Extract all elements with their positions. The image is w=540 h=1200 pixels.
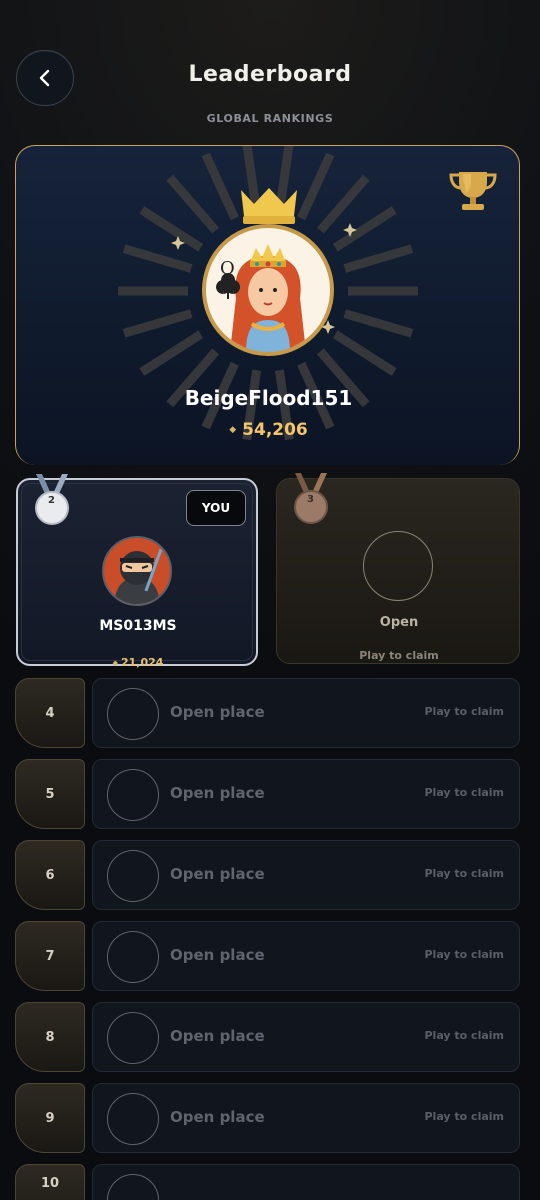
leaderboard-row[interactable]: 10	[15, 1164, 520, 1200]
rank-number: 7	[15, 921, 85, 991]
row-hint: Play to claim	[424, 948, 504, 961]
sunburst-ray	[332, 330, 397, 376]
player-avatar-second	[102, 536, 172, 606]
trophy-icon	[447, 166, 499, 218]
leaderboard-row[interactable]: 8 Open place Play to claim	[15, 1002, 520, 1072]
leaderboard-row[interactable]: 4 Open place Play to claim	[15, 678, 520, 748]
first-place-card[interactable]: Q BeigeFlood151 ◆ 54,206	[15, 145, 520, 465]
row-card: Open place Play to claim	[92, 1002, 520, 1072]
sunburst-ray	[122, 309, 193, 338]
empty-avatar-placeholder	[107, 688, 159, 740]
diamond-icon: ◆	[229, 425, 237, 435]
third-rank-number: 3	[307, 494, 314, 505]
leaderboard-row[interactable]: 6 Open place Play to claim	[15, 840, 520, 910]
row-card	[92, 1164, 520, 1200]
sunburst-ray	[166, 174, 220, 234]
third-place-card[interactable]: 3 Open Play to claim	[276, 473, 520, 664]
second-place-name: MS013MS	[99, 618, 177, 634]
third-place-label: Open	[379, 615, 419, 630]
first-place-name: BeigeFlood151	[184, 386, 353, 410]
row-card: Open place Play to claim	[92, 840, 520, 910]
silver-medal-icon: 2	[30, 474, 74, 530]
first-place-score: 54,206	[242, 420, 308, 440]
row-hint: Play to claim	[424, 1110, 504, 1123]
row-label: Open place	[170, 865, 265, 883]
row-card: Open place Play to claim	[92, 1083, 520, 1153]
sunburst-ray	[316, 174, 370, 234]
row-hint: Play to claim	[424, 1029, 504, 1042]
sunburst-ray	[297, 152, 335, 221]
first-place-score-row: ◆ 54,206	[16, 420, 519, 440]
row-label: Open place	[170, 1027, 265, 1045]
diamond-icon: ◆	[112, 659, 118, 667]
third-place-hint: Play to claim	[359, 649, 439, 662]
sunburst-ray	[139, 330, 204, 376]
sunburst-ray	[332, 206, 397, 252]
empty-avatar-placeholder	[107, 1093, 159, 1145]
rank-number: 4	[15, 678, 85, 748]
leaderboard-row[interactable]: 5 Open place Play to claim	[15, 759, 520, 829]
page-subtitle: GLOBAL RANKINGS	[206, 112, 334, 125]
sunburst-ray	[139, 206, 204, 252]
empty-avatar-placeholder	[107, 1174, 159, 1200]
empty-avatar-placeholder	[107, 769, 159, 821]
row-hint: Play to claim	[424, 867, 504, 880]
queen-card-icon: Q	[216, 244, 306, 352]
sunburst-ray	[122, 244, 193, 273]
rank-number: 6	[15, 840, 85, 910]
player-avatar-first: Q	[202, 224, 334, 356]
empty-avatar-placeholder	[107, 850, 159, 902]
row-card: Open place Play to claim	[92, 678, 520, 748]
sunburst-ray	[201, 152, 239, 221]
rank-number: 8	[15, 1002, 85, 1072]
second-place-card[interactable]: 2 YOU MS013MS ◆ 21,024	[16, 474, 258, 669]
row-hint: Play to claim	[424, 705, 504, 718]
empty-avatar-placeholder	[107, 931, 159, 983]
page-title: Leaderboard	[188, 62, 352, 87]
leaderboard-row[interactable]: 9 Open place Play to claim	[15, 1083, 520, 1153]
row-label: Open place	[170, 784, 265, 802]
row-card: Open place Play to claim	[92, 759, 520, 829]
second-rank-number: 2	[48, 495, 55, 506]
row-label: Open place	[170, 703, 265, 721]
ninja-icon	[104, 538, 170, 604]
you-badge: YOU	[186, 490, 246, 526]
second-place-score-row: ◆ 21,024	[18, 656, 258, 669]
rank-number: 5	[15, 759, 85, 829]
row-label: Open place	[170, 1108, 265, 1126]
rank-number: 10	[15, 1164, 85, 1200]
row-card: Open place Play to claim	[92, 921, 520, 991]
empty-avatar-placeholder	[363, 531, 433, 601]
second-place-score: 21,024	[120, 656, 164, 669]
empty-avatar-placeholder	[107, 1012, 159, 1064]
sunburst-ray	[343, 309, 414, 338]
row-label: Open place	[170, 946, 265, 964]
leaderboard-row[interactable]: 7 Open place Play to claim	[15, 921, 520, 991]
bronze-medal-icon: 3	[289, 473, 333, 529]
rank-number: 9	[15, 1083, 85, 1153]
sunburst-ray	[343, 244, 414, 273]
row-hint: Play to claim	[424, 786, 504, 799]
